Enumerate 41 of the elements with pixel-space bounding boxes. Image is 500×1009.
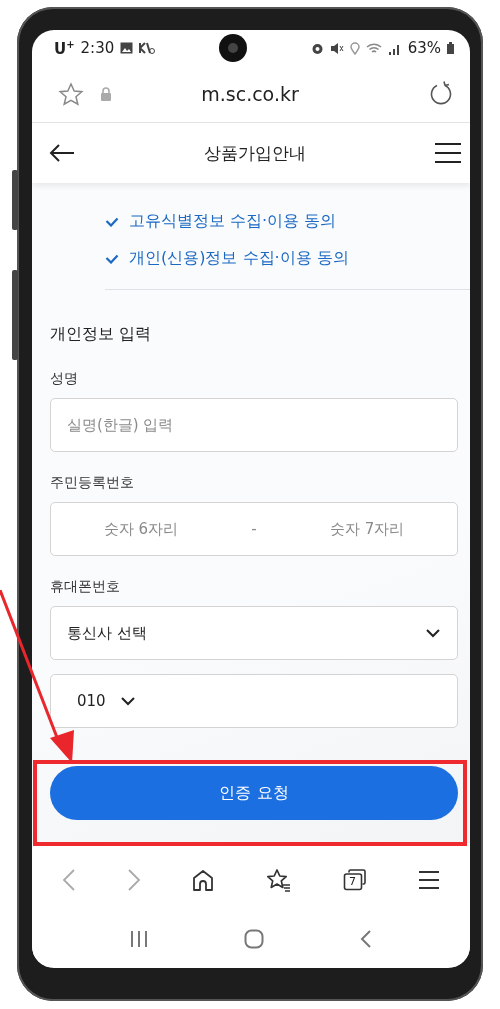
- field-label: 휴대폰번호: [50, 578, 121, 596]
- field-label: 성명: [50, 370, 79, 388]
- bookmarks-icon[interactable]: [265, 868, 292, 892]
- carrier-select[interactable]: 통신사 선택: [50, 606, 458, 660]
- location-icon: [349, 41, 360, 55]
- clock-text: 2:30: [80, 39, 115, 57]
- back-icon[interactable]: [360, 929, 372, 949]
- wifi-icon: [365, 41, 382, 55]
- network-icon: [139, 42, 156, 54]
- phone-prefix-select[interactable]: 010: [50, 674, 458, 728]
- tabs-button[interactable]: 7: [342, 869, 367, 891]
- page-title: 상품가입안내: [203, 141, 307, 165]
- name-input-field[interactable]: 실명(한글) 입력: [50, 398, 458, 452]
- mute-icon: [329, 41, 344, 55]
- home-icon[interactable]: [192, 869, 215, 891]
- back-arrow-icon[interactable]: [48, 143, 76, 163]
- agreement-label[interactable]: 개인(신용)정보 수집·이용 동의: [129, 248, 349, 269]
- url-text[interactable]: m.sc.co.kr: [128, 83, 372, 105]
- star-icon[interactable]: [58, 81, 84, 107]
- camera-hole: [218, 34, 247, 62]
- menu-icon[interactable]: [418, 870, 441, 890]
- tab-count: 7: [347, 874, 357, 889]
- alarm-icon: [310, 41, 324, 55]
- verify-request-button[interactable]: 인증 요청: [50, 766, 458, 820]
- carrier-text: U$^{+}$: [54, 38, 75, 58]
- agreement-label[interactable]: 고유식별정보 수집·이용 동의: [129, 211, 337, 232]
- battery-icon: [447, 42, 454, 54]
- chevron-down-icon: [119, 696, 136, 706]
- battery-text: 63%: [407, 39, 441, 57]
- recent-apps-icon[interactable]: [130, 930, 148, 948]
- section-title: 개인정보 입력: [50, 324, 153, 345]
- id-number-input-field[interactable]: 숫자 6자리 - 숫자 7자리: [50, 502, 458, 556]
- reload-icon[interactable]: [428, 81, 454, 107]
- tabs-icon: [342, 869, 367, 891]
- image-icon: [120, 42, 134, 54]
- menu-icon[interactable]: [434, 142, 462, 164]
- field-label: 주민등록번호: [50, 474, 135, 492]
- checkmark-icon[interactable]: [105, 253, 119, 264]
- chevron-down-icon: [425, 628, 441, 638]
- lock-icon: [100, 87, 112, 101]
- checkmark-icon[interactable]: [105, 216, 119, 227]
